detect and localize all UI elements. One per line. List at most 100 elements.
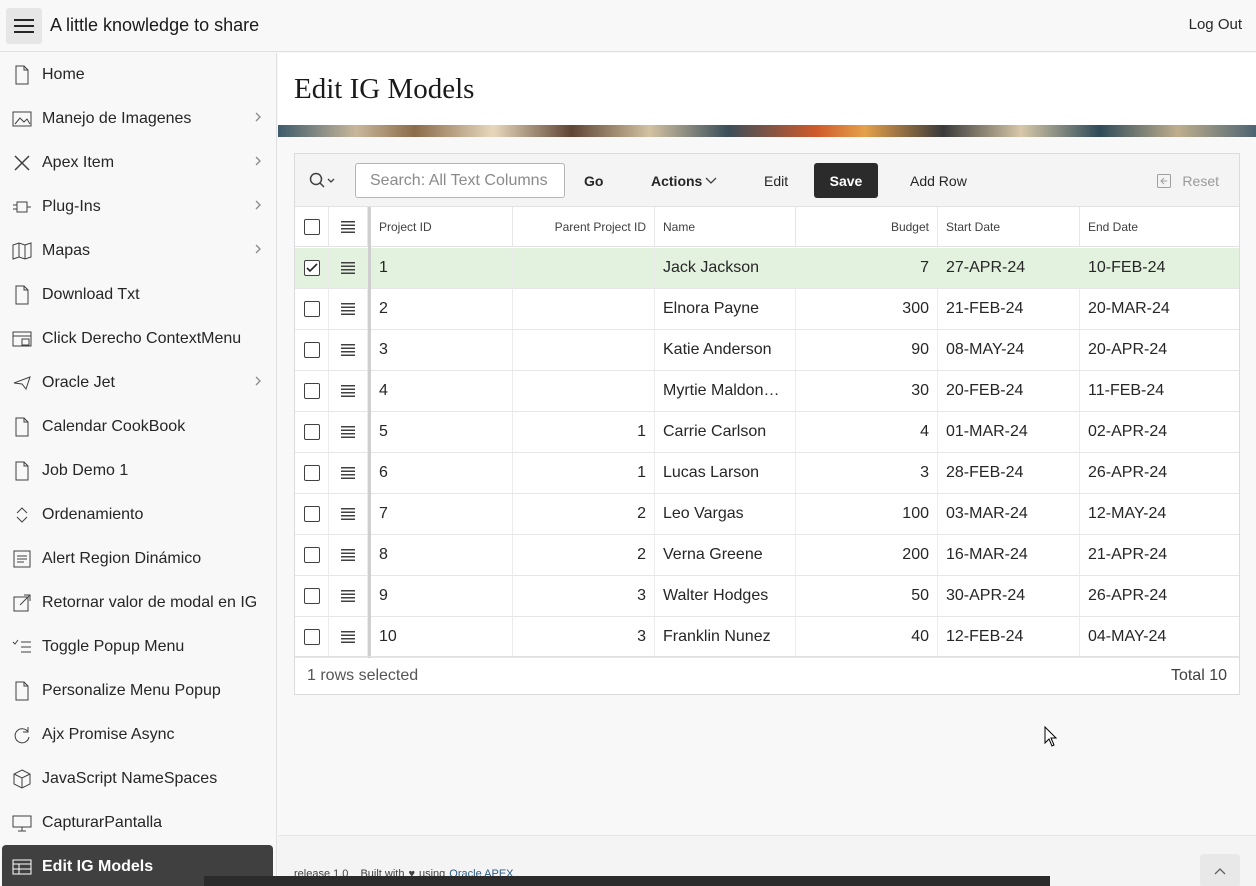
- cell-project-id[interactable]: 4: [371, 371, 513, 411]
- add-row-button[interactable]: Add Row: [910, 163, 967, 198]
- sidebar-item-manejo-de-imagenes[interactable]: Manejo de Imagenes: [0, 97, 276, 141]
- row-checkbox[interactable]: [303, 383, 320, 399]
- cell-start-date[interactable]: 27-APR-24: [938, 248, 1080, 288]
- cell-start-date[interactable]: 16-MAR-24: [938, 535, 1080, 575]
- logout-link[interactable]: Log Out: [1189, 16, 1242, 33]
- cell-project-id[interactable]: 9: [371, 576, 513, 616]
- cell-budget[interactable]: 100: [796, 494, 938, 534]
- cell-name[interactable]: Leo Vargas: [655, 494, 796, 534]
- cell-start-date[interactable]: 28-FEB-24: [938, 453, 1080, 493]
- cell-parent-project-id[interactable]: 2: [513, 494, 655, 534]
- cell-parent-project-id[interactable]: 1: [513, 412, 655, 452]
- sidebar-item-ajx-promise-async[interactable]: Ajx Promise Async: [0, 713, 276, 757]
- row-actions-button[interactable]: [329, 453, 368, 493]
- cell-start-date[interactable]: 08-MAY-24: [938, 330, 1080, 370]
- cell-name[interactable]: Katie Anderson: [655, 330, 796, 370]
- cell-name[interactable]: Walter Hodges: [655, 576, 796, 616]
- cell-name[interactable]: Verna Greene: [655, 535, 796, 575]
- table-row[interactable]: 10 3 Franklin Nunez 40 12-FEB-24 04-MAY-24: [295, 617, 1239, 658]
- cell-end-date[interactable]: 11-FEB-24: [1080, 371, 1239, 411]
- row-actions-button[interactable]: [329, 412, 368, 452]
- cell-project-id[interactable]: 5: [371, 412, 513, 452]
- cell-start-date[interactable]: 21-FEB-24: [938, 289, 1080, 329]
- row-checkbox[interactable]: [303, 506, 320, 522]
- col-header-parent-project-id[interactable]: Parent Project ID: [513, 207, 655, 246]
- table-row[interactable]: 6 1 Lucas Larson 3 28-FEB-24 26-APR-24: [295, 453, 1239, 494]
- cell-name[interactable]: Jack Jackson: [655, 248, 796, 288]
- sidebar-item-retornar-valor-de-modal-en-ig[interactable]: Retornar valor de modal en IG: [0, 581, 276, 625]
- cell-parent-project-id[interactable]: 1: [513, 453, 655, 493]
- col-header-project-id[interactable]: Project ID: [371, 207, 513, 246]
- cell-parent-project-id[interactable]: [513, 289, 655, 329]
- cell-start-date[interactable]: 01-MAR-24: [938, 412, 1080, 452]
- row-checkbox[interactable]: [303, 342, 320, 358]
- cell-parent-project-id[interactable]: 3: [513, 617, 655, 657]
- col-header-start-date[interactable]: Start Date: [938, 207, 1080, 246]
- actions-menu-button[interactable]: Actions: [651, 163, 717, 198]
- search-input[interactable]: Search: All Text Columns: [355, 163, 565, 198]
- cell-budget[interactable]: 200: [796, 535, 938, 575]
- cell-end-date[interactable]: 10-FEB-24: [1080, 248, 1239, 288]
- row-checkbox[interactable]: [303, 424, 320, 440]
- cell-name[interactable]: Lucas Larson: [655, 453, 796, 493]
- cell-budget[interactable]: 4: [796, 412, 938, 452]
- cell-budget[interactable]: 300: [796, 289, 938, 329]
- table-row[interactable]: 8 2 Verna Greene 200 16-MAR-24 21-APR-24: [295, 535, 1239, 576]
- cell-project-id[interactable]: 8: [371, 535, 513, 575]
- col-header-end-date[interactable]: End Date: [1080, 207, 1239, 246]
- cell-project-id[interactable]: 2: [371, 289, 513, 329]
- table-row[interactable]: 3 Katie Anderson 90 08-MAY-24 20-APR-24: [295, 330, 1239, 371]
- cell-parent-project-id[interactable]: 3: [513, 576, 655, 616]
- row-actions-button[interactable]: [329, 576, 368, 616]
- sidebar-item-javascript-namespaces[interactable]: JavaScript NameSpaces: [0, 757, 276, 801]
- cell-parent-project-id[interactable]: [513, 330, 655, 370]
- row-actions-button[interactable]: [329, 617, 368, 657]
- sidebar-item-alert-region-din-mico[interactable]: Alert Region Dinámico: [0, 537, 276, 581]
- row-actions-button[interactable]: [329, 330, 368, 370]
- cell-budget[interactable]: 90: [796, 330, 938, 370]
- edit-button[interactable]: Edit: [764, 163, 788, 198]
- scroll-to-top-button[interactable]: [1200, 854, 1240, 886]
- table-row[interactable]: 2 Elnora Payne 300 21-FEB-24 20-MAR-24: [295, 289, 1239, 330]
- table-row[interactable]: 5 1 Carrie Carlson 4 01-MAR-24 02-APR-24: [295, 412, 1239, 453]
- cell-project-id[interactable]: 10: [371, 617, 513, 657]
- cell-end-date[interactable]: 02-APR-24: [1080, 412, 1239, 452]
- hamburger-menu-button[interactable]: [6, 7, 42, 44]
- cell-budget[interactable]: 7: [796, 248, 938, 288]
- save-button[interactable]: Save: [814, 163, 878, 198]
- cell-budget[interactable]: 50: [796, 576, 938, 616]
- table-row[interactable]: 9 3 Walter Hodges 50 30-APR-24 26-APR-24: [295, 576, 1239, 617]
- sidebar-item-ordenamiento[interactable]: Ordenamiento: [0, 493, 276, 537]
- cell-end-date[interactable]: 26-APR-24: [1080, 453, 1239, 493]
- row-checkbox[interactable]: [303, 629, 320, 645]
- cell-project-id[interactable]: 3: [371, 330, 513, 370]
- col-header-name[interactable]: Name: [655, 207, 796, 246]
- sidebar-item-toggle-popup-menu[interactable]: Toggle Popup Menu: [0, 625, 276, 669]
- app-title[interactable]: A little knowledge to share: [50, 15, 259, 36]
- row-actions-button[interactable]: [329, 289, 368, 329]
- cell-name[interactable]: Elnora Payne: [655, 289, 796, 329]
- row-actions-button[interactable]: [329, 494, 368, 534]
- select-all-checkbox[interactable]: [303, 218, 320, 235]
- cell-project-id[interactable]: 7: [371, 494, 513, 534]
- cell-parent-project-id[interactable]: [513, 248, 655, 288]
- sidebar-item-click-derecho-contextmenu[interactable]: Click Derecho ContextMenu: [0, 317, 276, 361]
- sidebar-item-mapas[interactable]: Mapas: [0, 229, 276, 273]
- reset-button[interactable]: Reset: [1156, 163, 1219, 198]
- row-actions-button[interactable]: [329, 535, 368, 575]
- sidebar-item-personalize-menu-popup[interactable]: Personalize Menu Popup: [0, 669, 276, 713]
- row-checkbox[interactable]: [303, 588, 320, 604]
- cell-parent-project-id[interactable]: [513, 371, 655, 411]
- cell-start-date[interactable]: 03-MAR-24: [938, 494, 1080, 534]
- sidebar-item-plug-ins[interactable]: Plug-Ins: [0, 185, 276, 229]
- row-actions-button[interactable]: [329, 248, 368, 288]
- sidebar-item-job-demo-1[interactable]: Job Demo 1: [0, 449, 276, 493]
- sidebar-item-oracle-jet[interactable]: Oracle Jet: [0, 361, 276, 405]
- row-checkbox[interactable]: [303, 547, 320, 563]
- table-row[interactable]: 4 Myrtie Maldon… 30 20-FEB-24 11-FEB-24: [295, 371, 1239, 412]
- cell-project-id[interactable]: 1: [371, 248, 513, 288]
- cell-name[interactable]: Myrtie Maldon…: [655, 371, 796, 411]
- row-checkbox[interactable]: [303, 465, 320, 481]
- cell-end-date[interactable]: 12-MAY-24: [1080, 494, 1239, 534]
- cell-budget[interactable]: 40: [796, 617, 938, 657]
